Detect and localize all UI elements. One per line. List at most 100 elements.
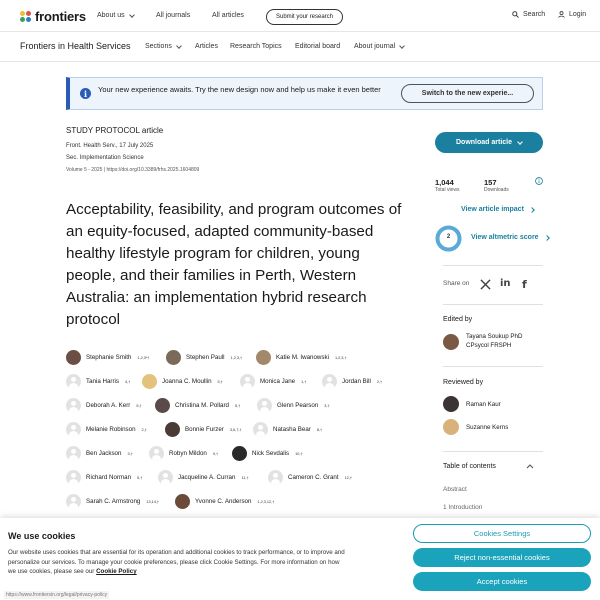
reject-cookies-button[interactable]: Reject non-essential cookies bbox=[413, 548, 591, 567]
view-altmetric-link[interactable]: View altmetric score bbox=[471, 234, 550, 241]
author-item[interactable]: Natasha Bear 8,† bbox=[253, 422, 322, 437]
author-item[interactable]: Joanna C. Moullin 5,† bbox=[142, 374, 223, 389]
download-article-label: Download article bbox=[455, 139, 512, 146]
view-article-impact-link[interactable]: View article impact bbox=[461, 206, 535, 213]
total-views-stat: 1,044 Total views bbox=[435, 178, 459, 193]
author-item[interactable]: Stephen Paull 1,2,3,† bbox=[166, 350, 242, 365]
x-twitter-icon[interactable] bbox=[480, 279, 491, 290]
author-name: Glenn Pearson bbox=[277, 402, 319, 409]
author-affiliation: 11,† bbox=[241, 475, 249, 480]
author-name: Natasha Bear bbox=[273, 426, 311, 433]
avatar bbox=[443, 419, 459, 435]
search-label: Search bbox=[523, 11, 546, 18]
author-affiliation: 5,† bbox=[137, 475, 143, 480]
subnav-editorial-board[interactable]: Editorial board bbox=[295, 43, 340, 50]
author-item[interactable]: Cameron C. Grant 12,† bbox=[268, 470, 352, 485]
author-name: Robyn Mildon bbox=[169, 450, 207, 457]
author-affiliation: 5,† bbox=[217, 379, 223, 384]
editor-item[interactable]: Tayana Soukup PhD CPsycol FRSPH bbox=[443, 333, 546, 350]
reviewer-item[interactable]: Suzanne Kerns bbox=[443, 419, 508, 435]
frontiers-logo-icon bbox=[20, 10, 32, 23]
author-item[interactable]: Yvonne C. Anderson 1,2,3,12,† bbox=[175, 494, 274, 509]
article-doi[interactable]: Volume 5 - 2025 | https://doi.org/10.338… bbox=[66, 167, 199, 173]
accept-cookies-button[interactable]: Accept cookies bbox=[413, 572, 591, 591]
author-name: Ben Jackson bbox=[86, 450, 122, 457]
divider bbox=[443, 304, 543, 305]
nav-all-articles[interactable]: All articles bbox=[212, 12, 244, 19]
banner-text: Your new experience awaits. Try the new … bbox=[98, 85, 381, 94]
chevron-right-icon bbox=[543, 234, 550, 241]
nav-all-journals[interactable]: All journals bbox=[156, 12, 190, 19]
author-item[interactable]: Stephanie Smith 1,2,3*† bbox=[66, 350, 149, 365]
toc-item-abstract[interactable]: Abstract bbox=[443, 486, 467, 493]
author-affiliation: 1,2,3,12,† bbox=[257, 499, 275, 504]
author-affiliation: 9,† bbox=[212, 451, 219, 456]
avatar bbox=[443, 396, 459, 412]
article-section[interactable]: Sec. Implementation Science bbox=[66, 155, 144, 161]
switch-design-button[interactable]: Switch to the new experie... bbox=[401, 84, 534, 103]
cookie-policy-link[interactable]: Cookie Policy bbox=[96, 568, 137, 575]
editor-name: Tayana Soukup PhD CPsycol FRSPH bbox=[466, 333, 523, 349]
author-name: Melanie Robinson bbox=[86, 426, 136, 433]
author-item[interactable]: Jacqueline A. Curran 11,† bbox=[158, 470, 249, 485]
author-affiliation: 1,† bbox=[301, 379, 307, 384]
author-item[interactable]: Richard Norman 5,† bbox=[66, 470, 142, 485]
author-item[interactable]: Jordan Bill 2,† bbox=[322, 374, 382, 389]
avatar bbox=[155, 398, 170, 413]
author-item[interactable]: Deborah A. Kerr 5,† bbox=[66, 398, 142, 413]
cookie-settings-button[interactable]: Cookies Settings bbox=[413, 524, 591, 543]
author-item[interactable]: Tania Harris 4,† bbox=[66, 374, 130, 389]
subnav-about-journal[interactable]: About journal bbox=[354, 42, 406, 50]
author-item[interactable]: Sarah C. Armstrong 13,14,† bbox=[66, 494, 159, 509]
subnav-research-topics[interactable]: Research Topics bbox=[230, 43, 282, 50]
cookie-body: Our website uses cookies that are essent… bbox=[8, 549, 345, 575]
cookie-title: We use cookies bbox=[8, 531, 76, 541]
person-placeholder-icon bbox=[322, 374, 337, 389]
download-article-button[interactable]: Download article bbox=[435, 132, 543, 153]
author-item[interactable]: Katie M. Iwanowski 1,2,3,† bbox=[256, 350, 347, 365]
reviewer-name: Raman Kaur bbox=[466, 400, 501, 408]
view-article-impact-label: View article impact bbox=[461, 206, 524, 213]
author-item[interactable]: Melanie Robinson 2,† bbox=[66, 422, 147, 437]
user-icon bbox=[558, 11, 565, 18]
subnav-articles[interactable]: Articles bbox=[195, 43, 218, 50]
share-label: Share on bbox=[443, 280, 470, 287]
login-button[interactable]: Login bbox=[558, 11, 586, 18]
nav-all-articles-label: All articles bbox=[212, 12, 244, 19]
author-item[interactable]: Robyn Mildon 9,† bbox=[149, 446, 218, 461]
author-name: Stephanie Smith bbox=[86, 354, 132, 361]
chevron-up-icon[interactable] bbox=[526, 463, 534, 469]
author-item[interactable]: Monica Jane 1,† bbox=[240, 374, 306, 389]
subnav-research-topics-label: Research Topics bbox=[230, 43, 282, 50]
subnav-editorial-board-label: Editorial board bbox=[295, 43, 341, 50]
reviewer-item[interactable]: Raman Kaur bbox=[443, 396, 501, 412]
submit-research-button[interactable]: Submit your research bbox=[266, 9, 343, 25]
journal-citation: Front. Health Serv., 17 July 2025 bbox=[66, 143, 154, 149]
frontiers-logo[interactable]: frontiers bbox=[20, 9, 86, 24]
author-affiliation: 4,† bbox=[125, 379, 131, 384]
nav-about-us[interactable]: About us bbox=[97, 11, 135, 19]
author-affiliation: 3,† bbox=[324, 403, 330, 408]
total-views-value: 1,044 bbox=[435, 178, 454, 187]
person-placeholder-icon bbox=[66, 446, 81, 461]
altmetric-badge[interactable]: 2 bbox=[435, 225, 462, 252]
toc-item-introduction[interactable]: 1 Introduction bbox=[443, 504, 482, 511]
cookie-banner: We use cookies Our website uses cookies … bbox=[0, 518, 600, 600]
author-item[interactable]: Ben Jackson 3,† bbox=[66, 446, 133, 461]
author-item[interactable]: Christina M. Pollard 5,† bbox=[155, 398, 240, 413]
author-item[interactable]: Bonnie Furzer 3,6,7,† bbox=[165, 422, 242, 437]
subnav-sections[interactable]: Sections bbox=[145, 42, 182, 50]
search-button[interactable]: Search bbox=[512, 11, 545, 18]
avatar bbox=[443, 333, 459, 350]
journal-name[interactable]: Frontiers in Health Services bbox=[20, 41, 131, 51]
author-item[interactable]: Glenn Pearson 3,† bbox=[257, 398, 330, 413]
avatar bbox=[142, 374, 157, 389]
author-affiliation: 8,† bbox=[316, 427, 323, 432]
author-affiliation: 3,† bbox=[127, 451, 133, 456]
facebook-icon[interactable]: f bbox=[522, 278, 527, 291]
linkedin-icon[interactable]: in bbox=[500, 278, 511, 289]
downloads-label: Downloads bbox=[484, 187, 509, 193]
author-item[interactable]: Nick Sevdalis 10,† bbox=[232, 446, 303, 461]
info-icon[interactable] bbox=[535, 177, 543, 185]
toc-title[interactable]: Table of contents bbox=[443, 463, 496, 470]
